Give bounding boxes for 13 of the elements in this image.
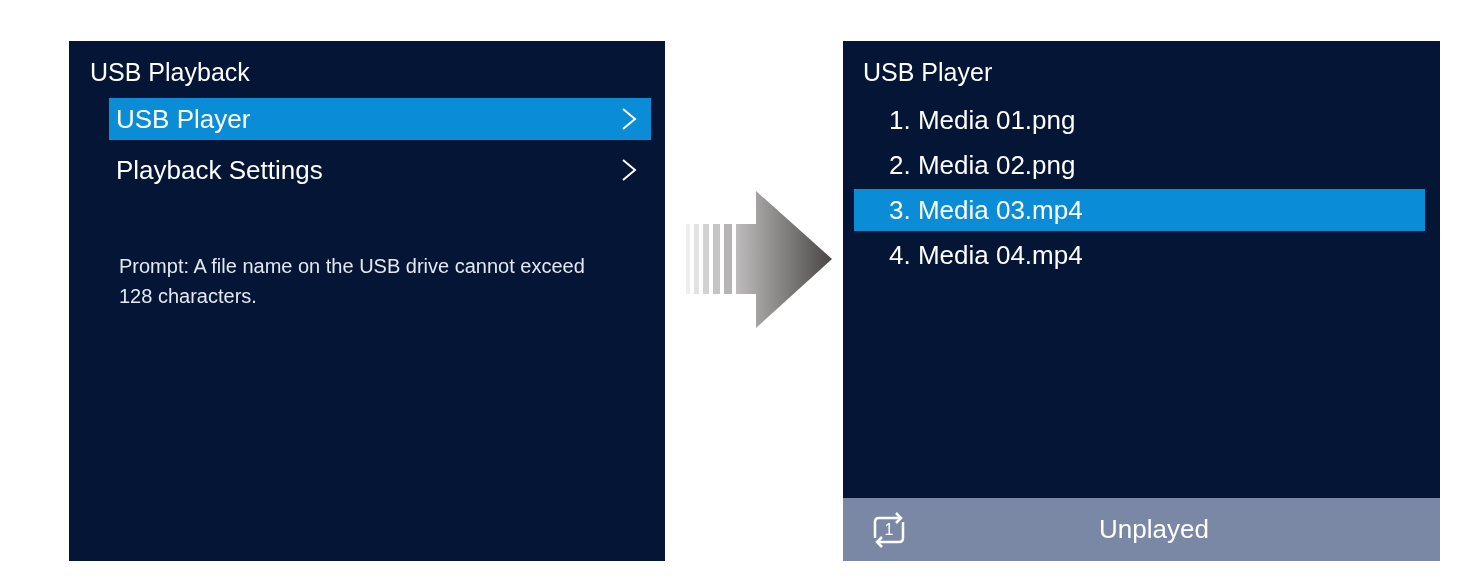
file-item[interactable]: 4. Media 04.mp4 bbox=[854, 234, 1425, 276]
prompt-text: Prompt: A file name on the USB drive cannot exceed 128 characters. bbox=[119, 254, 586, 309]
right-arrow-icon bbox=[686, 191, 832, 328]
screen-title: USB Player bbox=[862, 57, 994, 88]
chevron-right-icon bbox=[621, 107, 637, 131]
file-item[interactable]: 1. Media 01.png bbox=[854, 99, 1425, 141]
chevron-right-icon bbox=[621, 158, 637, 182]
playback-status: Unplayed bbox=[1098, 514, 1210, 545]
file-item[interactable]: 3. Media 03.mp4 bbox=[854, 189, 1425, 231]
screen-title: USB Playback bbox=[90, 57, 251, 88]
menu-item[interactable]: USB Player bbox=[109, 98, 651, 140]
menu-item[interactable]: Playback Settings bbox=[109, 149, 651, 191]
file-item[interactable]: 2. Media 02.png bbox=[854, 144, 1425, 186]
